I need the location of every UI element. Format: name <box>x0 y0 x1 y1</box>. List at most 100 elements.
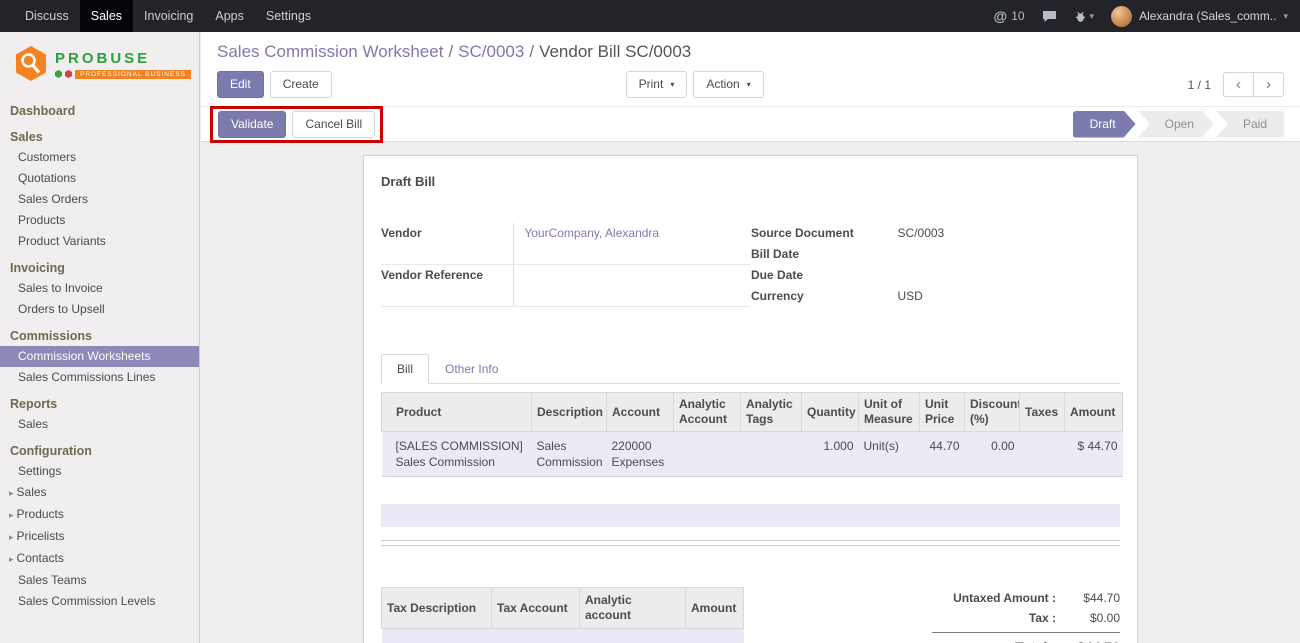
form-sheet: Draft Bill Vendor YourCompany, Alexandra… <box>363 155 1138 643</box>
top-menu-invoicing[interactable]: Invoicing <box>133 0 204 32</box>
sidebar-header-invoicing[interactable]: Invoicing <box>0 259 199 278</box>
cell-unit-price: 44.70 <box>920 432 965 477</box>
top-menu-discuss[interactable]: Discuss <box>14 0 80 32</box>
breadcrumb-link-sc0003[interactable]: SC/0003 <box>458 42 524 61</box>
sidebar-item-sales-commission-levels[interactable]: Sales Commission Levels <box>0 591 199 612</box>
sidebar-item-sales-to-invoice[interactable]: Sales to Invoice <box>0 278 199 299</box>
vendor-label: Vendor <box>381 223 514 264</box>
top-menu-settings[interactable]: Settings <box>255 0 322 32</box>
sidebar-item-commission-worksheets[interactable]: Commission Worksheets <box>0 346 199 367</box>
col-tax-amount[interactable]: Amount <box>686 588 744 629</box>
user-menu[interactable]: Alexandra (Sales_comm.. ▾ <box>1111 6 1288 27</box>
source-document-label: Source Document <box>751 223 888 244</box>
caret-down-icon: ▾ <box>747 77 751 92</box>
bill-date-value <box>888 244 1120 265</box>
col-description[interactable]: Description <box>532 393 607 432</box>
empty-line-row <box>381 504 1120 527</box>
sidebar-item-sales-teams[interactable]: Sales Teams <box>0 570 199 591</box>
col-unit-of-measure[interactable]: Unit of Measure <box>859 393 920 432</box>
pager: 1 / 1 ‹ › <box>1188 72 1284 97</box>
invoice-line-row[interactable]: [SALES COMMISSION] Sales Commission Sale… <box>382 432 1123 477</box>
cancel-bill-button[interactable]: Cancel Bill <box>292 111 375 138</box>
sidebar-item-sales-commissions-lines[interactable]: Sales Commissions Lines <box>0 367 199 388</box>
col-taxes[interactable]: Taxes <box>1020 393 1065 432</box>
company-logo: PROBUSE PROFESSIONAL BUSINESS <box>0 32 199 94</box>
state-open[interactable]: Open <box>1138 111 1214 138</box>
breadcrumb-link-worksheet[interactable]: Sales Commission Worksheet <box>217 42 443 61</box>
caret-down-icon: ▾ <box>1283 11 1288 22</box>
pager-next-button[interactable]: › <box>1253 72 1284 97</box>
sidebar-header-dashboard[interactable]: Dashboard <box>0 102 199 121</box>
cell-product: [SALES COMMISSION] Sales Commission <box>382 432 532 477</box>
col-quantity[interactable]: Quantity <box>802 393 859 432</box>
sidebar-item-products[interactable]: Products <box>0 210 199 231</box>
sidebar-menu: Dashboard Sales Customers Quotations Sal… <box>0 94 199 612</box>
create-button-label: Create <box>283 77 319 92</box>
magnifier-hexagon-icon <box>14 44 48 84</box>
totals-panel: Untaxed Amount : $44.70 Tax : $0.00 Tota… <box>932 587 1120 643</box>
source-document-value: SC/0003 <box>888 223 1120 244</box>
sidebar-item-config-products[interactable]: ▸Products <box>0 504 199 526</box>
cell-account: 220000 Expenses <box>607 432 674 477</box>
sidebar-item-product-variants[interactable]: Product Variants <box>0 231 199 252</box>
sidebar-item-reports-sales[interactable]: Sales <box>0 414 199 435</box>
logo-subtitle: PROFESSIONAL BUSINESS <box>75 70 191 79</box>
spacer <box>381 527 1120 540</box>
expand-caret-icon: ▸ <box>9 488 14 498</box>
state-paid[interactable]: Paid <box>1216 111 1284 138</box>
validate-button[interactable]: Validate <box>218 111 286 138</box>
main-area: Sales Commission Worksheet/SC/0003/Vendo… <box>201 32 1300 643</box>
form-groups: Vendor YourCompany, Alexandra Vendor Ref… <box>381 223 1120 307</box>
col-account[interactable]: Account <box>607 393 674 432</box>
topbar-right: @ 10 ▾ Alexandra (Sales_comm.. ▾ <box>994 0 1300 32</box>
sidebar-item-label: Pricelists <box>17 529 65 543</box>
action-dropdown-button[interactable]: Action▾ <box>693 71 763 98</box>
sidebar-item-settings[interactable]: Settings <box>0 461 199 482</box>
col-analytic-account[interactable]: Analytic Account <box>674 393 741 432</box>
sidebar-item-customers[interactable]: Customers <box>0 147 199 168</box>
sidebar-header-sales[interactable]: Sales <box>0 128 199 147</box>
sidebar-item-pricelists[interactable]: ▸Pricelists <box>0 526 199 548</box>
sidebar: PROBUSE PROFESSIONAL BUSINESS Dashboard … <box>0 32 200 643</box>
mention-counter[interactable]: @ 10 <box>994 8 1025 24</box>
tax-value: $0.00 <box>1056 611 1120 625</box>
col-tax-description[interactable]: Tax Description <box>382 588 492 629</box>
top-menu-sales[interactable]: Sales <box>80 0 133 32</box>
top-menu-apps[interactable]: Apps <box>204 0 255 32</box>
col-tax-account[interactable]: Tax Account <box>492 588 580 629</box>
total-value: $44.70 <box>1056 639 1120 643</box>
bug-icon[interactable]: ▾ <box>1074 10 1095 23</box>
sidebar-item-sales-orders[interactable]: Sales Orders <box>0 189 199 210</box>
create-button[interactable]: Create <box>270 71 332 98</box>
pager-previous-button[interactable]: ‹ <box>1223 72 1254 97</box>
sidebar-header-reports[interactable]: Reports <box>0 395 199 414</box>
vendor-value[interactable]: YourCompany, Alexandra <box>514 223 750 264</box>
state-draft[interactable]: Draft <box>1073 111 1136 138</box>
col-analytic-tags[interactable]: Analytic Tags <box>741 393 802 432</box>
sidebar-item-config-sales[interactable]: ▸Sales <box>0 482 199 504</box>
bill-date-label: Bill Date <box>751 244 888 265</box>
col-discount[interactable]: Discount (%) <box>965 393 1020 432</box>
col-amount[interactable]: Amount <box>1065 393 1123 432</box>
sidebar-item-label: Products <box>17 507 64 521</box>
currency-label: Currency <box>751 286 888 307</box>
col-product[interactable]: Product <box>382 393 532 432</box>
content-background: Draft Bill Vendor YourCompany, Alexandra… <box>201 142 1300 643</box>
sidebar-item-contacts[interactable]: ▸Contacts <box>0 548 199 570</box>
chat-icon[interactable] <box>1042 10 1057 23</box>
user-name: Alexandra (Sales_comm.. <box>1139 9 1276 23</box>
col-tax-analytic-account[interactable]: Analytic account <box>580 588 686 629</box>
col-unit-price[interactable]: Unit Price <box>920 393 965 432</box>
tab-other-info[interactable]: Other Info <box>429 354 514 384</box>
due-date-label: Due Date <box>751 265 888 286</box>
untaxed-amount-label: Untaxed Amount : <box>953 591 1056 605</box>
print-dropdown-button[interactable]: Print▾ <box>626 71 688 98</box>
sidebar-item-orders-to-upsell[interactable]: Orders to Upsell <box>0 299 199 320</box>
tab-bill[interactable]: Bill <box>381 354 429 384</box>
edit-button-label: Edit <box>230 77 251 92</box>
edit-button[interactable]: Edit <box>217 71 264 98</box>
vendor-reference-label: Vendor Reference <box>381 264 514 306</box>
sidebar-header-commissions[interactable]: Commissions <box>0 327 199 346</box>
sidebar-item-quotations[interactable]: Quotations <box>0 168 199 189</box>
sidebar-header-configuration[interactable]: Configuration <box>0 442 199 461</box>
